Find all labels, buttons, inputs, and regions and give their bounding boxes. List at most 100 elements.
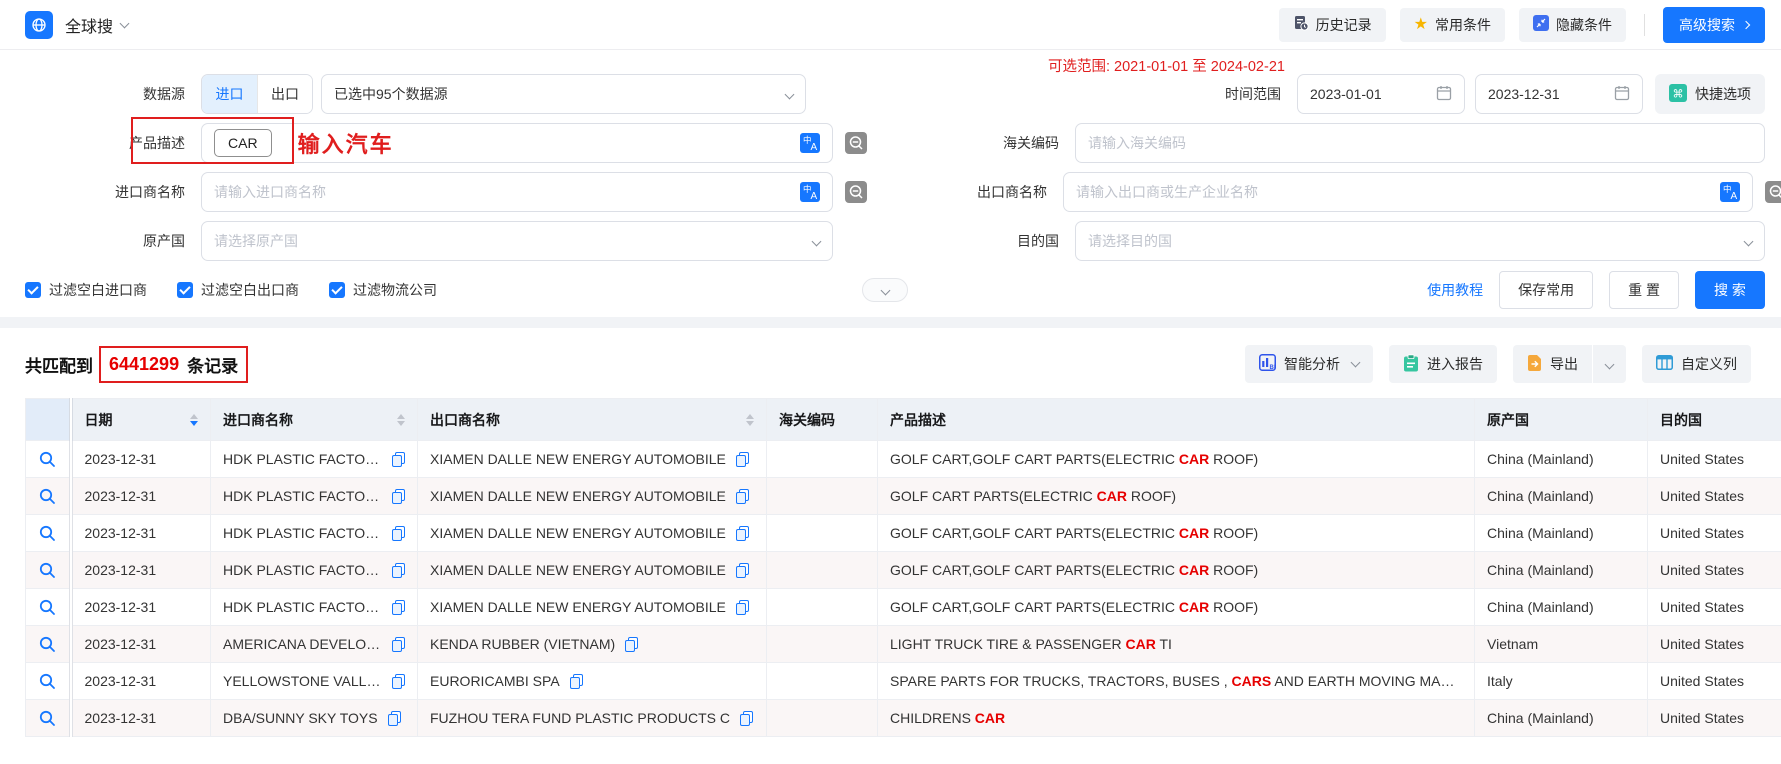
filter-logistics-checkbox[interactable]: 过滤物流公司 (329, 280, 437, 300)
filters-row: 过滤空白进口商 过滤空白出口商 过滤物流公司 使用教程 保存常用 重 置 搜 索 (0, 275, 1781, 305)
exporter-label: 出口商名称 (867, 182, 1047, 202)
origin-cell: China (Mainland) (1475, 589, 1648, 626)
row-search-icon[interactable] (38, 487, 56, 505)
copy-icon[interactable] (736, 452, 749, 467)
copy-icon[interactable] (736, 563, 749, 578)
exporter-input[interactable] (1076, 184, 1720, 200)
importer-field: 中A (201, 172, 833, 212)
import-toggle[interactable]: 进口 (202, 75, 257, 113)
start-date-input[interactable]: 2023-01-01 (1297, 74, 1465, 114)
copy-icon[interactable] (392, 563, 405, 578)
reset-button[interactable]: 重 置 (1609, 271, 1679, 309)
destination-cell: United States (1648, 441, 1781, 478)
translate-icon[interactable]: 中A (800, 133, 820, 153)
header-importer[interactable]: 进口商名称 (211, 399, 418, 441)
copy-icon[interactable] (736, 526, 749, 541)
copy-icon[interactable] (392, 526, 405, 541)
filter-blank-exporter-checkbox[interactable]: 过滤空白出口商 (177, 280, 299, 300)
row-search-icon[interactable] (38, 598, 56, 616)
end-date-input[interactable]: 2023-12-31 (1475, 74, 1643, 114)
row-search-icon[interactable] (38, 561, 56, 579)
datasource-toggle: 进口 出口 (201, 74, 313, 114)
exporter-cell: FUZHOU TERA FUND PLASTIC PRODUCTS C (418, 700, 767, 737)
copy-icon[interactable] (570, 674, 583, 689)
enter-report-label: 进入报告 (1427, 354, 1483, 374)
summary-suffix: 条记录 (187, 352, 238, 377)
filter-blank-importer-checkbox[interactable]: 过滤空白进口商 (25, 280, 147, 300)
row-search-icon[interactable] (38, 524, 56, 542)
header-destination: 目的国 (1648, 399, 1781, 441)
app-switch-chevron-down-icon[interactable] (120, 18, 130, 28)
product-desc-cell: GOLF CART PARTS(ELECTRIC CAR ROOF) (878, 478, 1475, 515)
destination-cell: United States (1648, 478, 1781, 515)
app-name[interactable]: 全球搜 (65, 13, 113, 37)
advanced-search-button[interactable]: 高级搜索 (1663, 7, 1765, 43)
quick-options-button[interactable]: ⌘ 快捷选项 (1655, 74, 1765, 114)
copy-icon[interactable] (388, 711, 401, 726)
hs-code-field (1075, 123, 1765, 163)
copy-icon[interactable] (736, 600, 749, 615)
importer-input[interactable] (214, 184, 800, 200)
product-desc-cell: LIGHT TRUCK TIRE & PASSENGER CAR TI (878, 626, 1475, 663)
datasource-select[interactable]: 已选中95个数据源 (321, 74, 806, 114)
origin-cell: China (Mainland) (1475, 478, 1648, 515)
translate-icon[interactable]: 中A (1720, 182, 1740, 202)
copy-icon[interactable] (392, 674, 405, 689)
fuzzy-match-toggle-icon[interactable] (845, 132, 867, 154)
copy-icon[interactable] (392, 452, 405, 467)
copy-icon[interactable] (740, 711, 753, 726)
chevron-down-icon (880, 285, 890, 295)
hs-code-input[interactable] (1088, 135, 1752, 151)
copy-icon[interactable] (392, 637, 405, 652)
enter-report-button[interactable]: 进入报告 (1389, 345, 1497, 383)
copy-icon[interactable] (392, 600, 405, 615)
product-desc-input[interactable]: CAR 输入汽车 中A (201, 123, 833, 163)
date-cell: 2023-12-31 (71, 552, 211, 589)
app-logo-icon (25, 11, 53, 39)
header-date[interactable]: 日期 (71, 399, 211, 441)
history-icon (1293, 15, 1309, 34)
table-row: 2023-12-31YELLOWSTONE VALLEY PEURORICAMB… (26, 663, 1781, 700)
origin-country-select[interactable]: 请选择原产国 (201, 221, 833, 261)
fuzzy-match-toggle-icon[interactable] (1765, 181, 1781, 203)
fuzzy-match-toggle-icon[interactable] (845, 181, 867, 203)
row-actions-cell (26, 589, 71, 626)
report-clipboard-icon (1403, 354, 1419, 375)
row-search-icon[interactable] (38, 450, 56, 468)
hs-code-cell (767, 515, 878, 552)
copy-icon[interactable] (625, 637, 638, 652)
history-button[interactable]: 历史记录 (1279, 8, 1386, 42)
hide-conditions-button[interactable]: 隐藏条件 (1519, 8, 1626, 42)
row-search-icon[interactable] (38, 672, 56, 690)
sort-icons[interactable] (182, 414, 198, 426)
section-divider (0, 317, 1781, 328)
destination-country-select[interactable]: 请选择目的国 (1075, 221, 1765, 261)
exporter-cell: EURORICAMBI SPA (418, 663, 767, 700)
save-conditions-button[interactable]: 保存常用 (1499, 271, 1593, 309)
hs-code-cell (767, 663, 878, 700)
datasource-selected-value: 已选中95个数据源 (334, 84, 448, 104)
date-cell: 2023-12-31 (71, 515, 211, 552)
export-options-chevron-button[interactable] (1593, 345, 1626, 383)
row-search-icon[interactable] (38, 709, 56, 727)
row-search-icon[interactable] (38, 635, 56, 653)
custom-columns-button[interactable]: 自定义列 (1642, 345, 1751, 383)
product-desc-value-chip[interactable]: CAR (214, 129, 272, 157)
collapse-form-button[interactable] (862, 278, 908, 302)
export-toggle[interactable]: 出口 (257, 75, 312, 113)
export-button[interactable]: 导出 (1513, 345, 1592, 383)
results-section: 共匹配到 6441299 条记录 BI 智能分析 进入报告 (0, 328, 1781, 737)
export-doc-icon (1527, 354, 1542, 375)
smart-analysis-button[interactable]: BI 智能分析 (1245, 345, 1373, 383)
translate-icon[interactable]: 中A (800, 182, 820, 202)
search-button[interactable]: 搜 索 (1695, 271, 1765, 309)
copy-icon[interactable] (392, 489, 405, 504)
favorites-button[interactable]: ★ 常用条件 (1400, 8, 1505, 42)
header-exporter[interactable]: 出口商名称 (418, 399, 767, 441)
tutorial-link[interactable]: 使用教程 (1427, 280, 1483, 300)
copy-icon[interactable] (736, 489, 749, 504)
sort-icons[interactable] (389, 414, 405, 426)
hs-code-cell (767, 626, 878, 663)
match-count: 6441299 (109, 354, 179, 375)
sort-icons[interactable] (738, 414, 754, 426)
